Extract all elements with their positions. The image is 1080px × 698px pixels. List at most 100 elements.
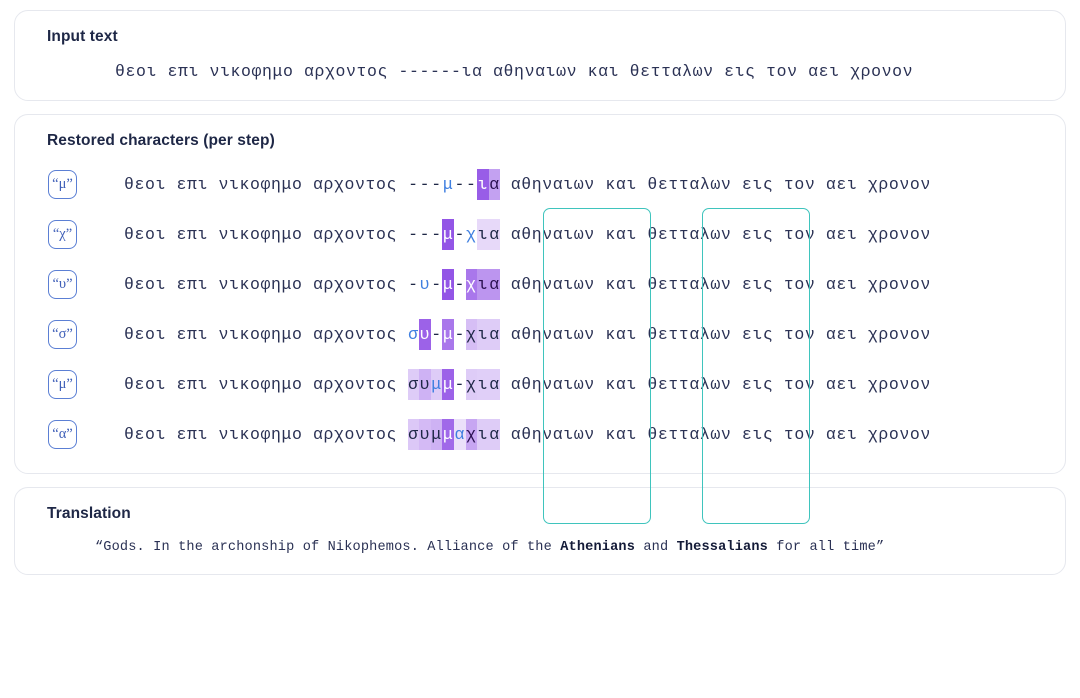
translation-value: “Gods. In the archonship of Nikophemos. … <box>95 540 1043 555</box>
restoration-step-row: “μ” θεοι επι νικοφημο αρχοντος ---μ--ια α… <box>37 159 1043 209</box>
sequence-prefix: θεοι επι νικοφημο αρχοντος <box>124 424 408 444</box>
gap-character: χ <box>465 418 478 450</box>
translation-title: Translation <box>47 505 131 522</box>
sequence-suffix: εις τον αει χρονον <box>741 174 931 194</box>
predicted-character: μ <box>442 174 454 194</box>
gap-character: α <box>488 418 501 450</box>
restoration-step-row: “χ” θεοι επι νικοφημο αρχοντος ---μ-χια α… <box>37 209 1043 259</box>
restoration-sequence: θεοι επι νικοφημο αρχοντος ---μ--ια αθην… <box>124 159 931 209</box>
input-text-card: Input text θεοι επι νικοφημο αρχοντος --… <box>14 10 1066 101</box>
gap-character: ι <box>477 268 489 300</box>
gap-character: - <box>431 224 442 244</box>
gap-character: σ <box>407 418 420 450</box>
gap-character: ι <box>477 168 489 200</box>
sequence-prefix: θεοι επι νικοφημο αρχοντος <box>124 324 408 344</box>
restoration-gap: συ-μ-χια <box>408 318 501 350</box>
gap-character: υ <box>419 368 431 400</box>
gap-character: ι <box>477 418 489 450</box>
restored-characters-card: Restored characters (per step) “μ” θεοι ε… <box>14 114 1066 474</box>
restoration-steps: “μ” θεοι επι νικοφημο αρχοντος ---μ--ια α… <box>37 159 1043 459</box>
restored-char-badge[interactable]: “υ” <box>48 269 77 299</box>
gap-character: α <box>488 218 501 250</box>
restoration-sequence: θεοι επι νικοφημο αρχοντος ---μ-χια αθην… <box>124 209 931 259</box>
gap-character: - <box>454 174 465 194</box>
gap-character: μ <box>442 268 454 300</box>
restored-char-badge[interactable]: “α” <box>48 419 77 449</box>
restoration-step-row: “υ” θεοι επι νικοφημο αρχοντος -υ-μ-χια α… <box>37 259 1043 309</box>
restoration-gap: ---μ--ια <box>408 168 501 200</box>
gap-character: - <box>454 224 465 244</box>
translation-proper-noun-athenians: Athenians <box>560 540 636 555</box>
sequence-prefix: θεοι επι νικοφημο αρχοντος <box>124 174 408 194</box>
gap-character: - <box>454 374 465 394</box>
translation-text-after: for all time” <box>767 540 885 555</box>
gap-character: - <box>466 174 477 194</box>
gap-character: - <box>419 224 431 244</box>
translation-text-mid: and <box>635 540 677 555</box>
gap-character: μ <box>442 418 454 450</box>
gap-character: ι <box>477 318 489 350</box>
sequence-nouns: αθηναιων και θετταλων <box>500 224 742 244</box>
restoration-step-row: “μ” θεοι επι νικοφημο αρχοντος συμμ-χια α… <box>37 359 1043 409</box>
gap-character: α <box>488 318 501 350</box>
gap-character: - <box>408 224 419 244</box>
sequence-nouns: αθηναιων και θετταλων <box>500 324 742 344</box>
gap-character: α <box>488 368 501 400</box>
translation-card: Translation “Gods. In the archonship of … <box>14 487 1066 575</box>
predicted-character: σ <box>408 324 419 344</box>
restoration-gap: ---μ-χια <box>408 218 501 250</box>
sequence-suffix: εις τον αει χρονον <box>741 424 931 444</box>
gap-character: - <box>408 274 419 294</box>
predicted-character: υ <box>419 274 431 294</box>
sequence-nouns: αθηναιων και θετταλων <box>500 174 742 194</box>
gap-character: - <box>431 324 442 344</box>
input-text-title: Input text <box>47 28 118 45</box>
restoration-sequence: θεοι επι νικοφημο αρχοντος συμμαχια αθην… <box>124 409 931 459</box>
predicted-character: χ <box>466 224 477 244</box>
restoration-gap: συμμ-χια <box>407 368 501 400</box>
gap-character: μ <box>442 318 454 350</box>
restored-char-badge[interactable]: “σ” <box>48 319 77 349</box>
sequence-suffix: εις τον αει χρονον <box>741 324 931 344</box>
gap-character: - <box>454 324 465 344</box>
gap-character: α <box>488 268 501 300</box>
gap-character: - <box>454 274 465 294</box>
gap-character: μ <box>442 218 454 250</box>
sequence-nouns: αθηναιων και θετταλων <box>500 424 742 444</box>
sequence-nouns: αθηναιων και θετταλων <box>500 274 742 294</box>
restoration-gap: συμμαχια <box>407 418 501 450</box>
sequence-prefix: θεοι επι νικοφημο αρχοντος <box>124 274 408 294</box>
restored-characters-title: Restored characters (per step) <box>47 132 275 149</box>
gap-character: χ <box>465 368 478 400</box>
gap-character: - <box>408 174 419 194</box>
predicted-character: α <box>453 418 466 450</box>
sequence-nouns: αθηναιων και θετταλων <box>500 374 742 394</box>
restoration-sequence: θεοι επι νικοφημο αρχοντος συμμ-χια αθην… <box>124 359 931 409</box>
translation-proper-noun-thessalians: Thessalians <box>676 540 768 555</box>
gap-character: ι <box>477 368 489 400</box>
restoration-sequence: θεοι επι νικοφημο αρχοντος συ-μ-χια αθην… <box>124 309 931 359</box>
restoration-step-row: “σ” θεοι επι νικοφημο αρχοντος συ-μ-χια α… <box>37 309 1043 359</box>
restored-char-badge[interactable]: “μ” <box>48 369 77 399</box>
restored-char-badge[interactable]: “χ” <box>48 219 77 249</box>
predicted-character: μ <box>430 368 443 400</box>
sequence-suffix: εις τον αει χρονον <box>741 224 931 244</box>
gap-character: μ <box>430 418 443 450</box>
sequence-prefix: θεοι επι νικοφημο αρχοντος <box>124 374 408 394</box>
gap-character: ι <box>477 218 489 250</box>
restoration-step-row: “α” θεοι επι νικοφημο αρχοντος συμμαχια α… <box>37 409 1043 459</box>
gap-character: - <box>431 174 442 194</box>
restored-char-badge[interactable]: “μ” <box>48 169 77 199</box>
restoration-gap: -υ-μ-χια <box>408 268 501 300</box>
restoration-sequence: θεοι επι νικοφημο αρχοντος -υ-μ-χια αθην… <box>124 259 931 309</box>
gap-character: χ <box>465 318 478 350</box>
gap-character: υ <box>419 418 431 450</box>
sequence-prefix: θεοι επι νικοφημο αρχοντος <box>124 224 408 244</box>
page-root: Input text θεοι επι νικοφημο αρχοντος --… <box>0 0 1080 698</box>
gap-character: - <box>419 174 431 194</box>
gap-character: σ <box>407 368 420 400</box>
gap-character: α <box>488 168 501 200</box>
translation-text-before: “Gods. In the archonship of Nikophemos. … <box>95 540 561 555</box>
gap-character: - <box>431 274 442 294</box>
gap-character: μ <box>442 368 454 400</box>
